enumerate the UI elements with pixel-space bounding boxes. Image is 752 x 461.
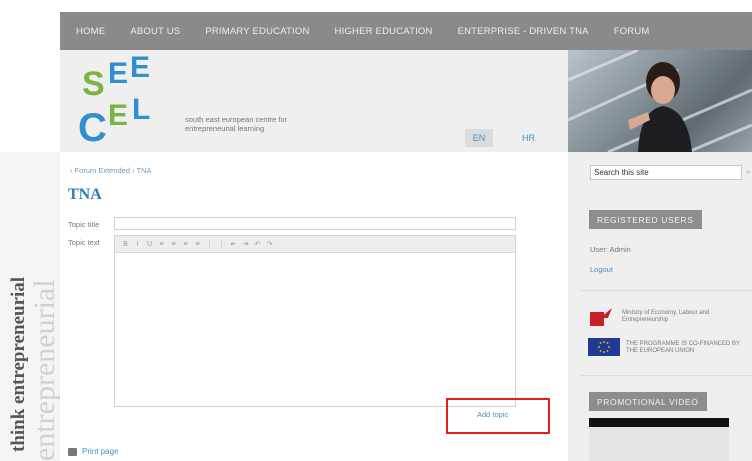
nav-enterprise-driven-tna[interactable]: ENTERPRISE - DRIVEN TNA — [442, 26, 598, 37]
ministry-logo-icon[interactable] — [590, 308, 612, 326]
bullet-list-button[interactable]: ⋮ — [205, 240, 214, 248]
svg-text:S: S — [82, 65, 105, 103]
printer-icon — [68, 447, 77, 456]
language-en-button[interactable]: EN — [465, 129, 493, 147]
print-page-label: Print page — [82, 447, 119, 456]
promotional-video-heading: PROMOTIONAL VIDEO — [589, 392, 707, 411]
align-left-button[interactable]: ≡ — [157, 241, 166, 248]
align-right-button[interactable]: ≡ — [181, 241, 190, 248]
svg-text:L: L — [132, 93, 150, 126]
nav-forum[interactable]: FORUM — [598, 26, 659, 37]
logout-link[interactable]: Logout — [590, 265, 613, 274]
page-title: TNA — [68, 186, 102, 203]
print-page-link[interactable]: Print page — [68, 447, 118, 456]
undo-button[interactable]: ↶ — [253, 240, 262, 248]
indent-button[interactable]: ⇥ — [241, 240, 250, 248]
current-user-label: User: Admin — [590, 245, 631, 254]
vertical-tagline: think entrepreneurial entrepreneurial — [0, 152, 60, 461]
search-go-icon[interactable]: » — [746, 167, 750, 176]
add-topic-link[interactable]: Add topic — [477, 410, 508, 419]
site-header: S E E C E L south east european centre f… — [60, 50, 568, 152]
sidebar-divider — [580, 375, 752, 376]
promotional-video-player[interactable] — [589, 418, 729, 461]
outdent-button[interactable]: ⇤ — [229, 240, 238, 248]
site-search-input[interactable] — [590, 165, 742, 180]
tagline-entrepreneurial-faded: entrepreneurial — [28, 279, 60, 461]
redo-button[interactable]: ↷ — [265, 240, 274, 248]
underline-button[interactable]: U — [145, 241, 154, 248]
right-sidebar — [568, 152, 752, 461]
svg-text:C: C — [78, 106, 107, 145]
editor-toolbar: B I U ≡ ≡ ≡ ≡ ⋮ ⋮ ⇤ ⇥ ↶ ↷ — [115, 236, 515, 253]
align-center-button[interactable]: ≡ — [169, 241, 178, 248]
topic-text-label: Topic text — [68, 238, 100, 247]
top-navigation: HOME ABOUT US PRIMARY EDUCATION HIGHER E… — [60, 12, 752, 50]
registered-users-heading: REGISTERED USERS — [589, 210, 702, 229]
justify-button[interactable]: ≡ — [193, 241, 202, 248]
header-photo — [568, 50, 752, 152]
seecel-logo[interactable]: S E E C E L — [70, 51, 162, 150]
nav-higher-education[interactable]: HIGHER EDUCATION — [319, 26, 442, 37]
bold-button[interactable]: B — [121, 241, 130, 248]
sidebar-divider — [580, 290, 752, 291]
site-tagline: south east european centre for entrepren… — [185, 115, 288, 133]
topic-title-label: Topic title — [68, 220, 100, 229]
svg-text:E: E — [108, 99, 128, 132]
eu-flag-icon[interactable] — [588, 338, 620, 356]
topic-title-input[interactable] — [114, 217, 516, 230]
breadcrumb[interactable]: › Forum Extended › TNA — [70, 166, 152, 175]
numbered-list-button[interactable]: ⋮ — [217, 240, 226, 248]
italic-button[interactable]: I — [133, 241, 142, 248]
language-hr-link[interactable]: HR — [522, 129, 535, 147]
eu-cofinance-text: THE PROGRAMME IS CO-FINANCED BY THE EURO… — [626, 341, 740, 354]
topic-text-editor[interactable]: B I U ≡ ≡ ≡ ≡ ⋮ ⋮ ⇤ ⇥ ↶ ↷ — [114, 235, 516, 407]
ministry-text: Ministry of Economy, Labour and Entrepre… — [622, 310, 710, 323]
nav-about-us[interactable]: ABOUT US — [114, 26, 189, 37]
svg-text:E: E — [130, 53, 150, 84]
nav-primary-education[interactable]: PRIMARY EDUCATION — [189, 26, 318, 37]
tagline-think-entrepreneurial: think entrepreneurial — [8, 277, 29, 452]
svg-text:E: E — [108, 57, 128, 90]
nav-home[interactable]: HOME — [60, 26, 114, 37]
